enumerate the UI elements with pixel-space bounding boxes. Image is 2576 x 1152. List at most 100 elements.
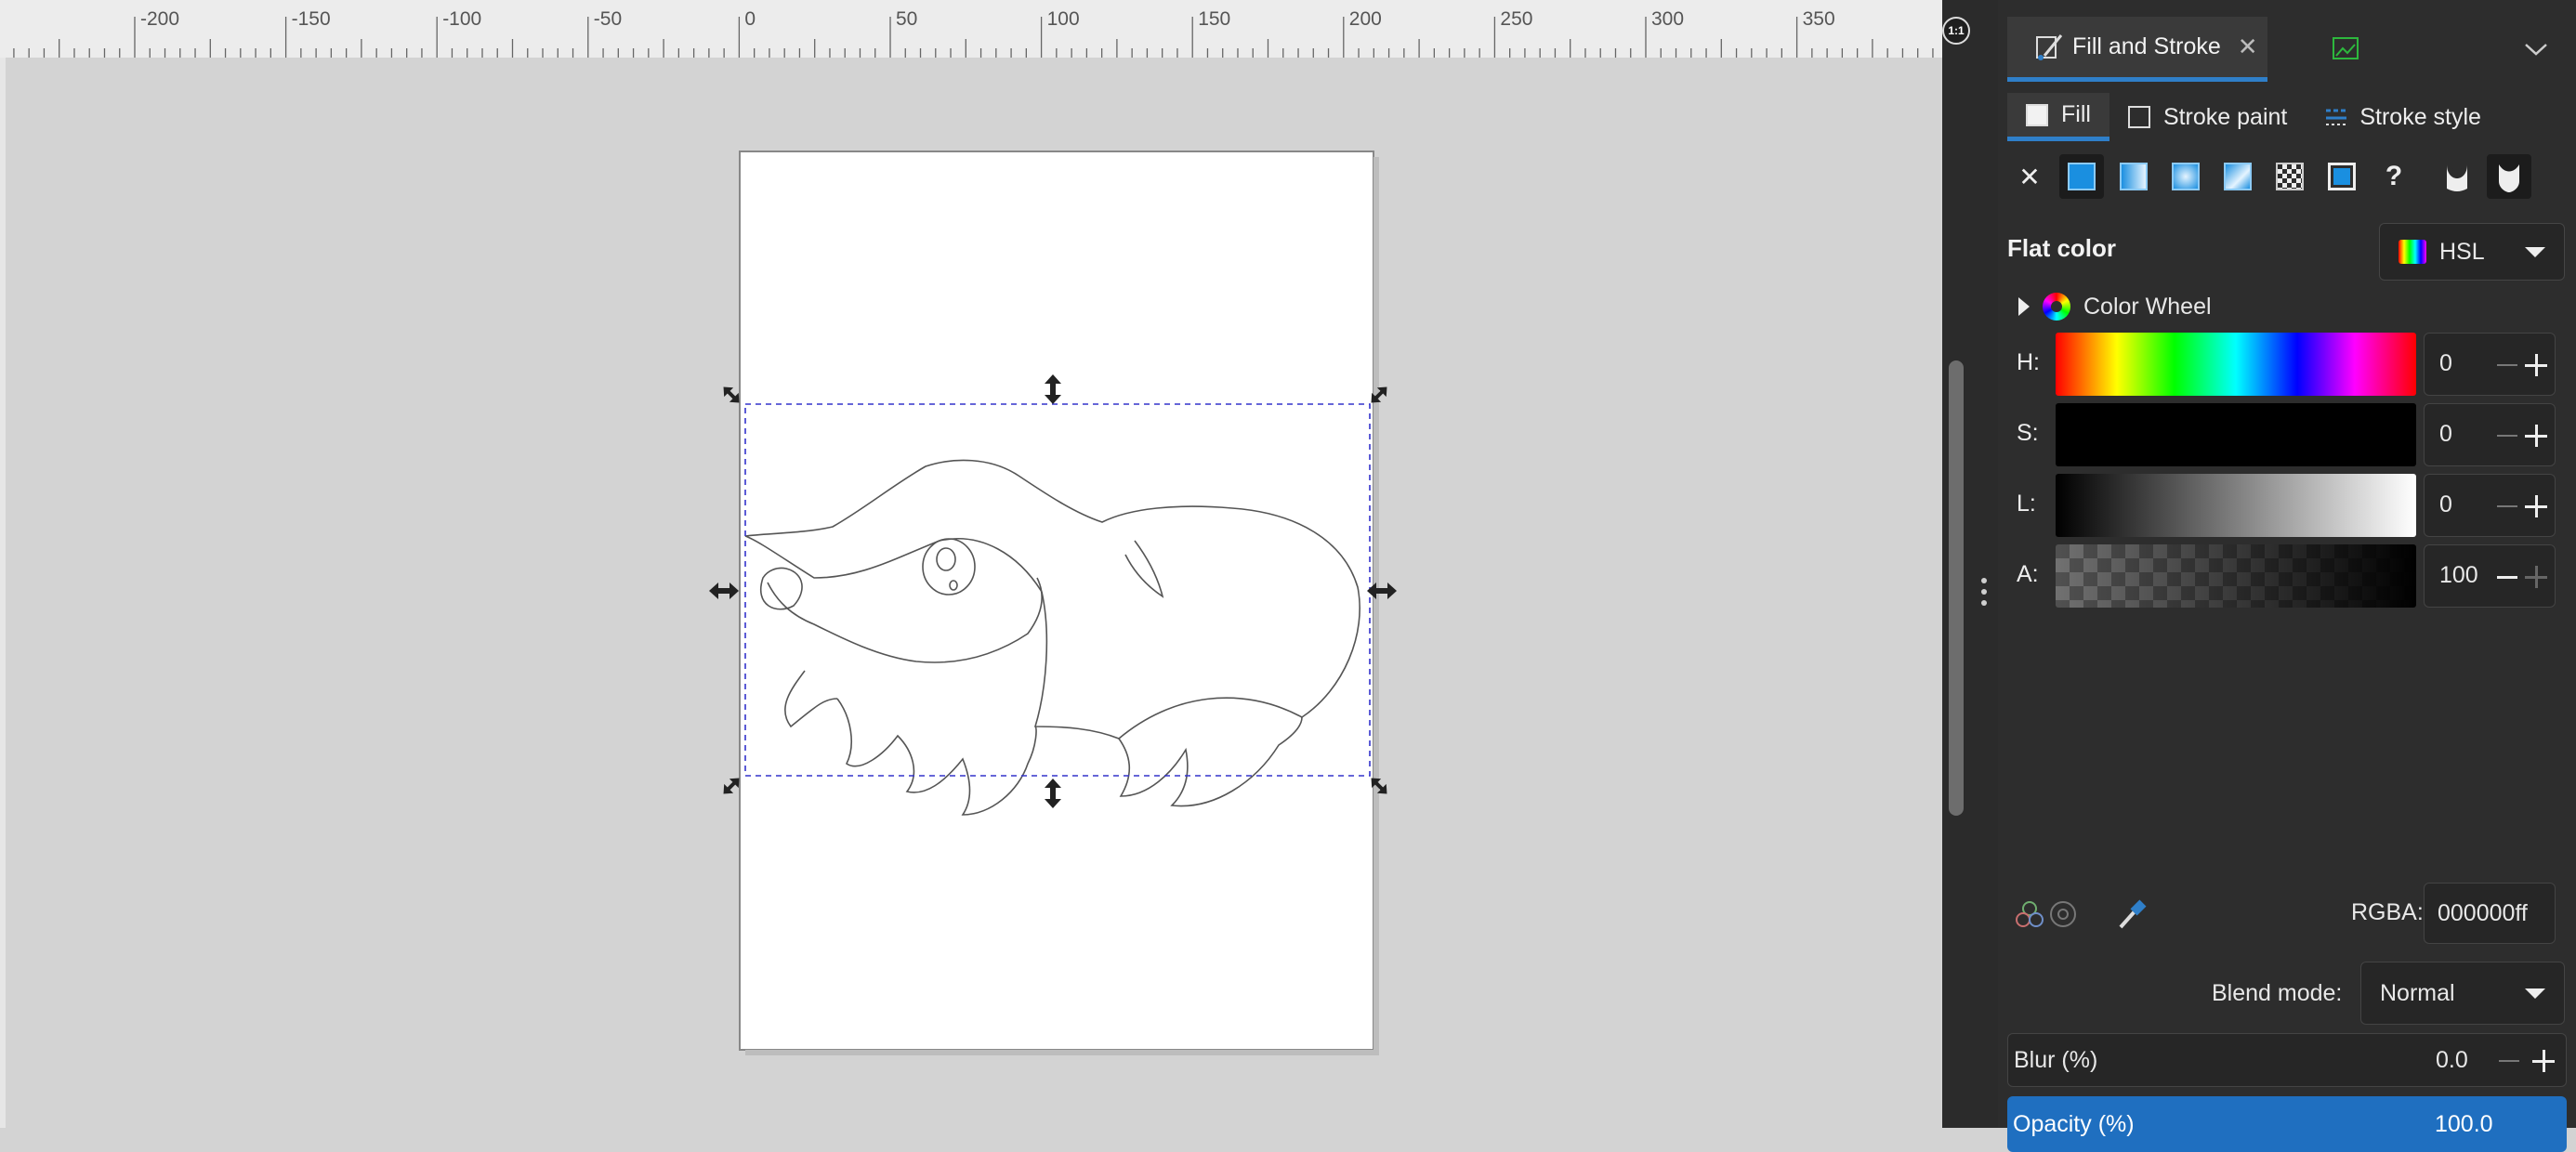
rgba-input[interactable]: 000000ff <box>2424 883 2556 944</box>
saturation-slider[interactable] <box>2056 403 2416 466</box>
dock-menu-button[interactable] <box>2513 17 2559 82</box>
flat-color-button[interactable] <box>2059 154 2104 199</box>
decrement-icon[interactable] <box>2499 1060 2519 1062</box>
ruler-tick-label: -200 <box>140 8 179 30</box>
color-mode-dropdown[interactable]: HSL <box>2379 223 2565 281</box>
tab-stroke-paint[interactable]: Stroke paint <box>2109 93 2306 141</box>
unset-paint-icon: ? <box>2385 161 2403 191</box>
radial-gradient-button[interactable] <box>2163 154 2208 199</box>
chevron-down-icon <box>2525 988 2545 999</box>
rgba-label: RGBA: <box>2351 899 2424 925</box>
lightness-spinbox[interactable]: 0 <box>2424 474 2556 537</box>
blend-mode-dropdown[interactable]: Normal <box>2360 962 2565 1025</box>
tab-fill-and-stroke[interactable]: Fill and Stroke ✕ <box>2007 17 2267 82</box>
hue-slider[interactable] <box>2056 333 2416 396</box>
increment-icon[interactable] <box>2525 354 2547 376</box>
alpha-row: A: 100 <box>2007 544 2565 609</box>
saturation-spinbox[interactable]: 0 <box>2424 403 2556 466</box>
flat-color-icon <box>2068 163 2096 190</box>
lightness-slider[interactable] <box>2056 474 2416 537</box>
blur-spinbox[interactable]: Blur (%) 0.0 <box>2007 1033 2567 1087</box>
ruler-tick-label: 0 <box>744 8 756 30</box>
ruler-tick-label: -100 <box>442 8 481 30</box>
expander-arrow-icon <box>2018 297 2030 316</box>
opacity-label: Opacity (%) <box>2013 1111 2135 1137</box>
decrement-icon[interactable] <box>2497 505 2517 507</box>
alpha-value: 100 <box>2439 562 2478 588</box>
blur-label: Blur (%) <box>2014 1047 2098 1073</box>
tab-export[interactable] <box>2267 17 2425 82</box>
decrement-icon[interactable] <box>2497 576 2517 579</box>
alpha-spinbox[interactable]: 100 <box>2424 544 2556 608</box>
linear-gradient-button[interactable] <box>2111 154 2156 199</box>
no-paint-icon: ✕ <box>2018 162 2041 191</box>
opacity-spinbox[interactable]: Opacity (%) 100.0 <box>2007 1096 2567 1152</box>
scrollbar-thumb[interactable] <box>1949 360 1964 816</box>
ruler-tick-label: 250 <box>1500 8 1532 30</box>
chevron-down-icon <box>2525 246 2545 257</box>
decrement-icon[interactable] <box>2497 435 2517 437</box>
handle-left <box>709 583 739 599</box>
paint-type-buttons: ✕ ? <box>2007 149 2565 204</box>
saturation-row: S: 0 <box>2007 403 2565 468</box>
linear-gradient-icon <box>2120 163 2148 190</box>
alpha-slider[interactable] <box>2056 544 2416 608</box>
page-shadow-side <box>1373 157 1379 1050</box>
close-icon[interactable]: ✕ <box>2238 33 2258 61</box>
splitter-grip-icon <box>1979 578 1989 606</box>
color-wheel-expander[interactable]: Color Wheel <box>2018 288 2557 325</box>
increment-icon[interactable] <box>2525 425 2547 447</box>
drawing-canvas[interactable] <box>6 58 1942 1128</box>
tab-stroke-style[interactable]: Stroke style <box>2306 93 2500 141</box>
lightness-label: L: <box>2017 491 2036 517</box>
eyedropper-icon[interactable] <box>2115 899 2147 931</box>
lightness-row: L: 0 <box>2007 474 2565 539</box>
blend-mode-row: Blend mode: Normal <box>2007 962 2565 1027</box>
color-mode-value: HSL <box>2439 238 2485 265</box>
swatch-button[interactable] <box>2320 154 2364 199</box>
ruler-ticks: -200 -150 -100 -50 0 50 100 150 200 250 300 350 <box>13 8 1934 58</box>
saturation-value: 0 <box>2439 421 2452 447</box>
fill-rule-nonzero-button[interactable] <box>2487 154 2531 199</box>
mesh-gradient-button[interactable] <box>2215 154 2260 199</box>
increment-icon[interactable] <box>2525 495 2547 517</box>
pattern-icon <box>2276 163 2304 190</box>
fill-rule-evenodd-icon <box>2447 164 2467 191</box>
ruler-tick-label: -150 <box>292 8 331 30</box>
decrement-icon[interactable] <box>2497 364 2517 366</box>
tab-fill[interactable]: Fill <box>2007 93 2109 141</box>
dock-splitter[interactable] <box>1970 0 2000 1128</box>
opacity-value: 100.0 <box>2435 1111 2493 1137</box>
unset-paint-button[interactable]: ? <box>2372 154 2416 199</box>
ruler-tick-label: 300 <box>1651 8 1684 30</box>
color-mode-icon <box>2399 240 2426 264</box>
vertical-scrollbar[interactable] <box>1942 0 1970 1128</box>
no-paint-button[interactable]: ✕ <box>2007 154 2052 199</box>
radial-gradient-icon <box>2172 163 2200 190</box>
pattern-button[interactable] <box>2267 154 2312 199</box>
zoom-corner-button[interactable]: 1:1 <box>1942 17 1970 45</box>
saturation-label: S: <box>2017 420 2039 446</box>
ruler-tick-label: 350 <box>1803 8 1835 30</box>
export-image-icon <box>2333 37 2359 59</box>
increment-icon[interactable] <box>2525 566 2547 588</box>
rgba-row: RGBA: 000000ff <box>2007 883 2565 948</box>
ruler-tick-label: -50 <box>594 8 622 30</box>
page-shadow <box>745 1050 1379 1055</box>
page <box>739 151 1374 1051</box>
blend-mode-value: Normal <box>2380 979 2455 1006</box>
blur-value: 0.0 <box>2436 1047 2468 1073</box>
increment-icon[interactable] <box>2532 1050 2555 1072</box>
flat-color-label: Flat color <box>2007 234 2117 262</box>
fill-rule-evenodd-button[interactable] <box>2435 154 2479 199</box>
horizontal-ruler: -200 -150 -100 -50 0 50 100 150 200 250 300 350 <box>0 0 1942 59</box>
chevron-down-icon <box>2525 44 2547 56</box>
color-managed-icon[interactable] <box>2048 899 2080 931</box>
color-scales-icon[interactable] <box>2013 899 2046 931</box>
stroke-style-icon <box>2326 109 2347 125</box>
alpha-label: A: <box>2017 561 2039 587</box>
hue-spinbox[interactable]: 0 <box>2424 333 2556 396</box>
fill-and-stroke-dialog: Fill and Stroke ✕ Fill Stroke paint Stro… <box>1998 0 2576 1152</box>
tab-stroke-style-label: Stroke style <box>2359 103 2481 130</box>
mesh-gradient-icon <box>2224 163 2252 190</box>
